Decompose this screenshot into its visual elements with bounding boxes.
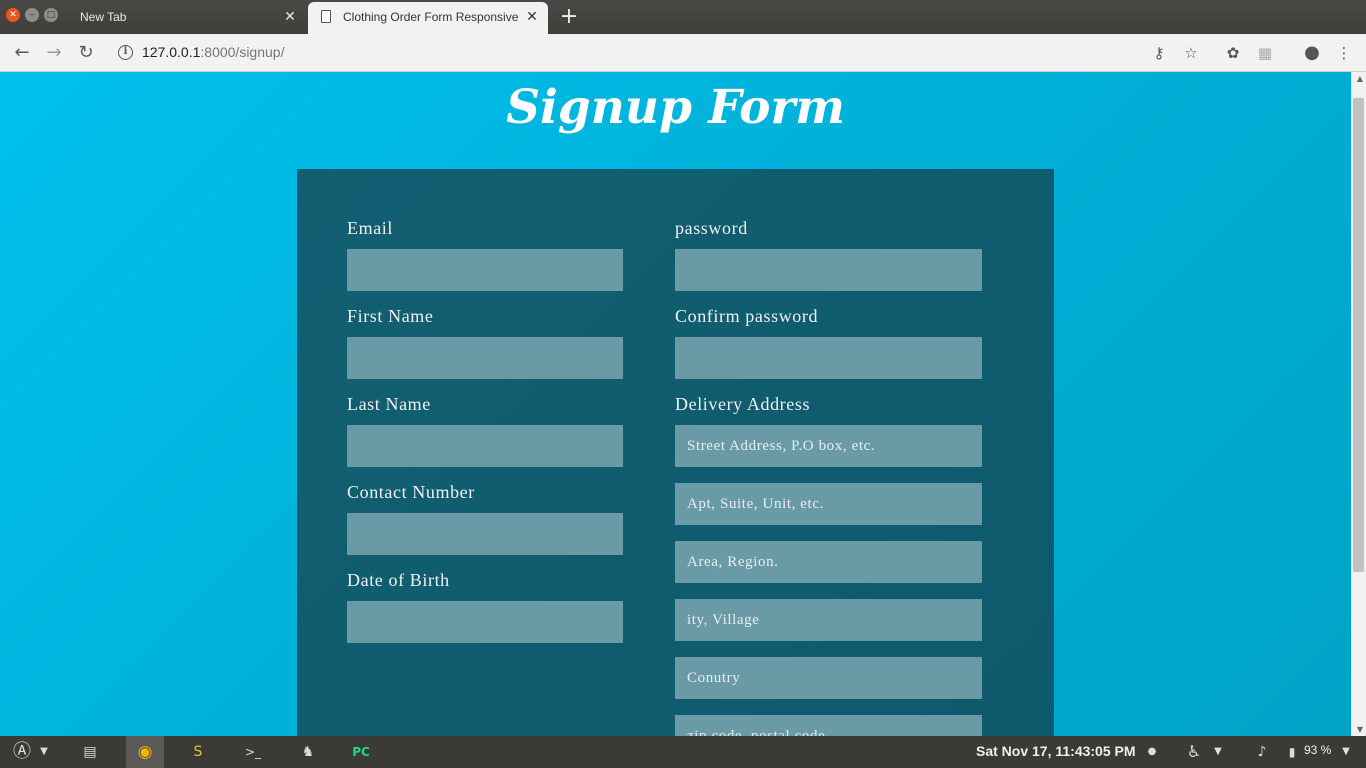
tab-close-icon[interactable]: ✕ <box>282 8 298 25</box>
password-input[interactable] <box>675 249 982 291</box>
city-village-input[interactable] <box>675 599 982 641</box>
system-menu-dropdown-icon[interactable]: ▼ <box>1334 740 1358 764</box>
street-address-input[interactable] <box>675 425 982 467</box>
file-manager-icon[interactable]: ▤ <box>78 740 102 764</box>
tab-close-icon[interactable]: ✕ <box>524 8 540 25</box>
tab-new-tab[interactable]: New Tab ✕ <box>66 2 306 34</box>
accessibility-icon[interactable]: ♿ <box>1182 740 1206 764</box>
contact-number-input[interactable] <box>347 513 623 555</box>
launcher-dropdown-icon[interactable]: ▼ <box>32 740 56 764</box>
window-minimize-icon[interactable]: – <box>25 8 39 22</box>
site-info-icon[interactable]: i <box>118 45 133 60</box>
app-launcher-icon[interactable]: Ⓐ <box>10 740 34 764</box>
browser-toolbar: ← → ↻ i 127.0.0.1:8000/signup/ ⚷ ☆ ✿ ▦ ●… <box>0 34 1366 72</box>
date-of-birth-input[interactable] <box>347 601 623 643</box>
scroll-down-arrow-icon[interactable]: ▼ <box>1357 725 1363 734</box>
sublime-text-icon[interactable]: S <box>186 740 210 764</box>
contact-number-label: Contact Number <box>347 482 475 502</box>
page-icon <box>321 10 331 23</box>
first-name-input[interactable] <box>347 337 623 379</box>
tab-clothing-order-form[interactable]: Clothing Order Form Responsive ✕ <box>308 2 548 34</box>
first-name-label: First Name <box>347 306 434 326</box>
url-host: 127.0.0.1 <box>142 44 201 60</box>
window-close-icon[interactable]: ✕ <box>6 8 20 22</box>
terminal-icon[interactable]: >_ <box>241 740 265 764</box>
os-taskbar: Ⓐ ▼ ▤ ◉ S >_ ♞ PC Sat Nov 17, 11:43:05 P… <box>0 736 1366 768</box>
scroll-thumb[interactable] <box>1353 98 1364 572</box>
signup-form: Email First Name Last Name Contact Numbe… <box>297 169 1054 736</box>
address-bar[interactable]: 127.0.0.1:8000/signup/ <box>142 44 284 60</box>
tab-title: New Tab <box>80 10 127 24</box>
tab-title: Clothing Order Form Responsive <box>343 10 518 24</box>
country-input[interactable] <box>675 657 982 699</box>
confirm-password-input[interactable] <box>675 337 982 379</box>
password-label: password <box>675 218 748 238</box>
page-title: Signup Form <box>506 80 845 135</box>
reload-icon[interactable]: ↻ <box>75 42 97 64</box>
window-controls: ✕ – □ <box>6 8 58 22</box>
accessibility-dropdown-icon[interactable]: ▼ <box>1206 740 1230 764</box>
browser-menu-icon[interactable]: ⋮ <box>1334 43 1354 63</box>
url-path: :8000/signup/ <box>200 44 285 60</box>
chrome-icon[interactable]: ◉ <box>133 740 157 764</box>
profile-avatar-icon[interactable]: ● <box>1302 43 1322 63</box>
volume-icon[interactable]: ♪ <box>1250 740 1274 764</box>
back-arrow-icon[interactable]: ← <box>11 42 33 64</box>
bookmark-star-icon[interactable]: ☆ <box>1181 43 1201 63</box>
email-input[interactable] <box>347 249 623 291</box>
notification-dot-icon: ● <box>1147 746 1157 757</box>
battery-icon[interactable]: ▮ <box>1280 740 1304 764</box>
window-maximize-icon[interactable]: □ <box>44 8 58 22</box>
area-region-input[interactable] <box>675 541 982 583</box>
new-tab-plus-icon[interactable]: + <box>558 4 580 29</box>
key-icon[interactable]: ⚷ <box>1149 43 1169 63</box>
last-name-label: Last Name <box>347 394 431 414</box>
date-of-birth-label: Date of Birth <box>347 570 450 590</box>
browser-tab-strip: ✕ – □ New Tab ✕ Clothing Order Form Resp… <box>0 0 1366 34</box>
page-viewport: Signup Form Email First Name Last Name C… <box>0 72 1366 736</box>
apt-suite-input[interactable] <box>675 483 982 525</box>
confirm-password-label: Confirm password <box>675 306 819 326</box>
gimp-icon[interactable]: ♞ <box>296 740 320 764</box>
clock[interactable]: Sat Nov 17, 11:43:05 PM <box>976 743 1136 759</box>
last-name-input[interactable] <box>347 425 623 467</box>
pycharm-icon[interactable]: PC <box>349 740 373 764</box>
extension-icon[interactable]: ▦ <box>1255 43 1275 63</box>
battery-percent: 93 % <box>1304 743 1332 757</box>
scroll-up-arrow-icon[interactable]: ▲ <box>1357 74 1363 83</box>
zip-code-input[interactable] <box>675 715 982 736</box>
page-scrollbar[interactable]: ▲ ▼ <box>1351 72 1366 736</box>
forward-arrow-icon[interactable]: → <box>43 42 65 64</box>
email-label: Email <box>347 218 393 238</box>
delivery-address-label: Delivery Address <box>675 394 811 414</box>
extension-gnome-icon[interactable]: ✿ <box>1223 43 1243 63</box>
